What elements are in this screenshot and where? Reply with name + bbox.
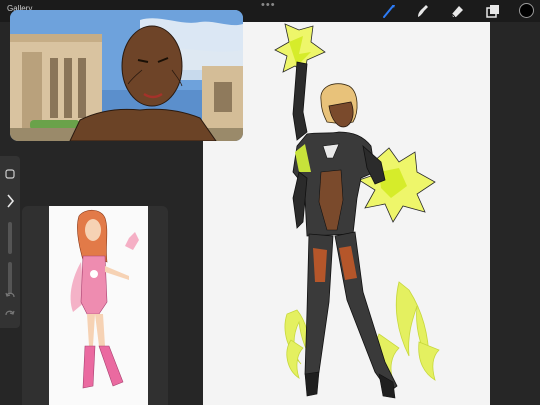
hero-drawing xyxy=(274,23,440,399)
brush-size-slider[interactable] xyxy=(8,222,12,254)
reference-paper xyxy=(49,206,148,405)
drawing-canvas[interactable] xyxy=(203,22,490,405)
reference-window-pink-heroine[interactable] xyxy=(22,206,168,405)
smudge-icon[interactable] xyxy=(414,3,430,19)
modify-square-icon[interactable] xyxy=(4,168,16,180)
layers-icon[interactable] xyxy=(485,3,501,19)
more-dots-icon[interactable]: ••• xyxy=(261,0,276,11)
reference-window-villain-portrait[interactable] xyxy=(10,10,243,141)
chevron-right-icon[interactable] xyxy=(4,192,16,210)
brush-icon[interactable] xyxy=(381,3,397,19)
eraser-icon[interactable] xyxy=(449,3,465,19)
villain-portrait-image xyxy=(10,10,243,141)
color-picker-button[interactable] xyxy=(519,3,534,18)
redo-icon[interactable] xyxy=(4,308,16,320)
pink-heroine-image xyxy=(70,209,139,389)
side-toolbar xyxy=(0,156,20,328)
undo-icon[interactable] xyxy=(4,290,16,302)
